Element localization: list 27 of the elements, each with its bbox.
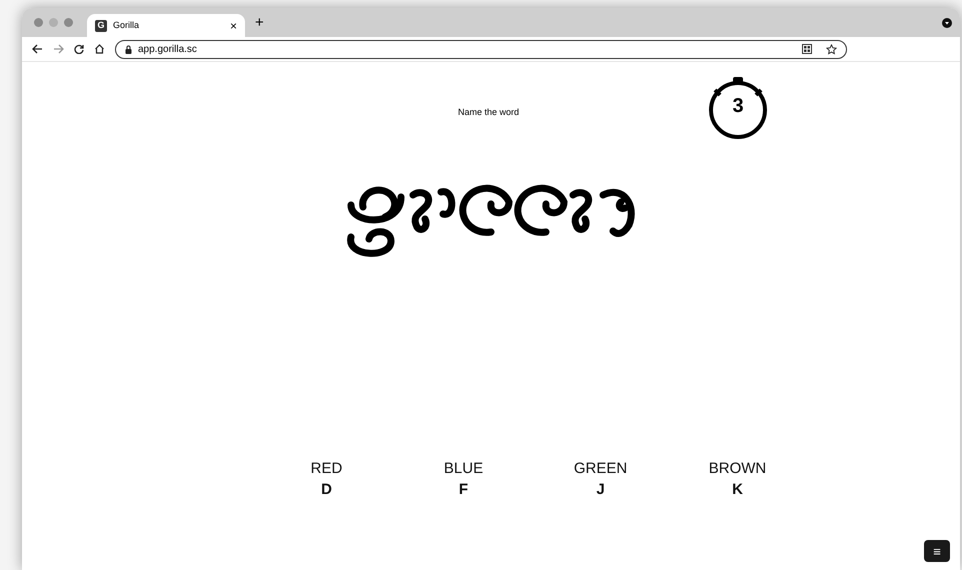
option-label: BLUE (444, 460, 484, 479)
site-icon: G (95, 20, 107, 32)
browser-tab[interactable]: G Gorilla × (87, 14, 245, 37)
forward-icon[interactable] (53, 44, 64, 54)
new-tab-button[interactable]: + (255, 15, 264, 30)
key-hint: J (596, 480, 605, 500)
key-hint: F (458, 480, 468, 500)
qr-code-icon[interactable] (802, 44, 812, 54)
url-text: app.gorilla.sc (138, 42, 198, 56)
tab-title: Gorilla (113, 18, 140, 32)
timer-count: 3 (731, 96, 745, 116)
option-label: GREEN (574, 460, 628, 479)
profile-icon[interactable] (942, 18, 952, 28)
address-bar[interactable]: app.gorilla.sc (115, 40, 847, 58)
back-icon[interactable] (32, 44, 43, 54)
lock-icon (125, 44, 132, 54)
home-icon[interactable] (94, 44, 105, 54)
star-icon[interactable] (826, 44, 837, 54)
close-button[interactable]: × (230, 20, 237, 32)
option-label: RED (310, 460, 342, 479)
stopwatch-icon (707, 74, 770, 140)
option-label: BROWN (708, 460, 766, 479)
menu-button[interactable]: ≡ (924, 540, 950, 562)
key-hint: K (732, 480, 743, 500)
reload-icon[interactable] (74, 44, 84, 54)
instruction-text: Name the word (458, 106, 520, 120)
key-hint: D (321, 480, 332, 500)
